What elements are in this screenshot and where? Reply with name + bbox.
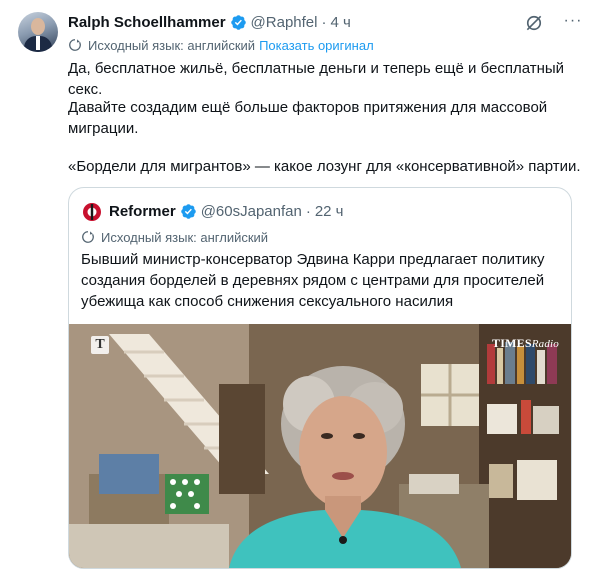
quote-author-name[interactable]: Reformer: [109, 203, 176, 220]
tweet-text-paragraph-1: Да, бесплатное жильё, бесплатные деньги …: [68, 60, 565, 98]
source-language-label: Исходный язык: английский: [88, 37, 256, 53]
verified-badge-icon[interactable]: [230, 14, 247, 31]
more-icon[interactable]: ···: [562, 10, 584, 32]
avatar-shirt: [36, 36, 40, 50]
quote-media-image[interactable]: T TIMESRadio: [69, 324, 571, 568]
avatar[interactable]: [18, 12, 58, 52]
times-t-logo: T: [91, 336, 109, 354]
quote-header: Reformer @60sJapanfan · 22 ч: [109, 200, 344, 222]
quote-translation-row: Исходный язык: английский: [81, 228, 268, 246]
quote-translate-icon: [82, 231, 94, 243]
quoted-tweet[interactable]: Reformer @60sJapanfan · 22 ч Исходный яз…: [68, 187, 572, 569]
quote-verified-badge-icon[interactable]: [180, 203, 197, 220]
tweet: Ralph Schoellhammer @Raphfel · 4 ч ··· И…: [0, 0, 600, 569]
grok-icon[interactable]: [524, 13, 544, 33]
times-radio-logo-sub: Radio: [531, 338, 559, 350]
times-radio-logo: TIMESRadio: [492, 336, 559, 351]
timestamp[interactable]: 4 ч: [330, 14, 350, 31]
translate-icon: [69, 39, 81, 51]
tweet-text-paragraph-3: «Бордели для мигрантов» — какое лозунг д…: [68, 158, 581, 175]
show-original-link[interactable]: Показать оригинал: [259, 38, 374, 53]
quote-author-handle[interactable]: @60sJapanfan: [201, 203, 302, 220]
media-scene: [69, 324, 571, 568]
tweet-text-paragraph-2: Давайте создадим ещё больше факторов при…: [68, 99, 548, 137]
quote-text: Бывший министр-консерватор Эдвина Карри …: [81, 251, 545, 310]
tweet-header: Ralph Schoellhammer @Raphfel · 4 ч: [68, 11, 584, 33]
translation-row: Исходный язык: английский Показать ориги…: [68, 36, 374, 54]
author-name[interactable]: Ralph Schoellhammer: [68, 14, 226, 31]
author-handle[interactable]: @Raphfel: [251, 14, 318, 31]
times-radio-logo-main: TIMES: [492, 336, 532, 350]
quote-timestamp[interactable]: 22 ч: [315, 203, 344, 220]
quote-avatar[interactable]: [81, 201, 103, 223]
quote-source-language-label: Исходный язык: английский: [101, 229, 269, 245]
quote-separator-dot: ·: [305, 202, 311, 220]
separator-dot: ·: [321, 13, 327, 31]
avatar-head: [31, 18, 45, 35]
